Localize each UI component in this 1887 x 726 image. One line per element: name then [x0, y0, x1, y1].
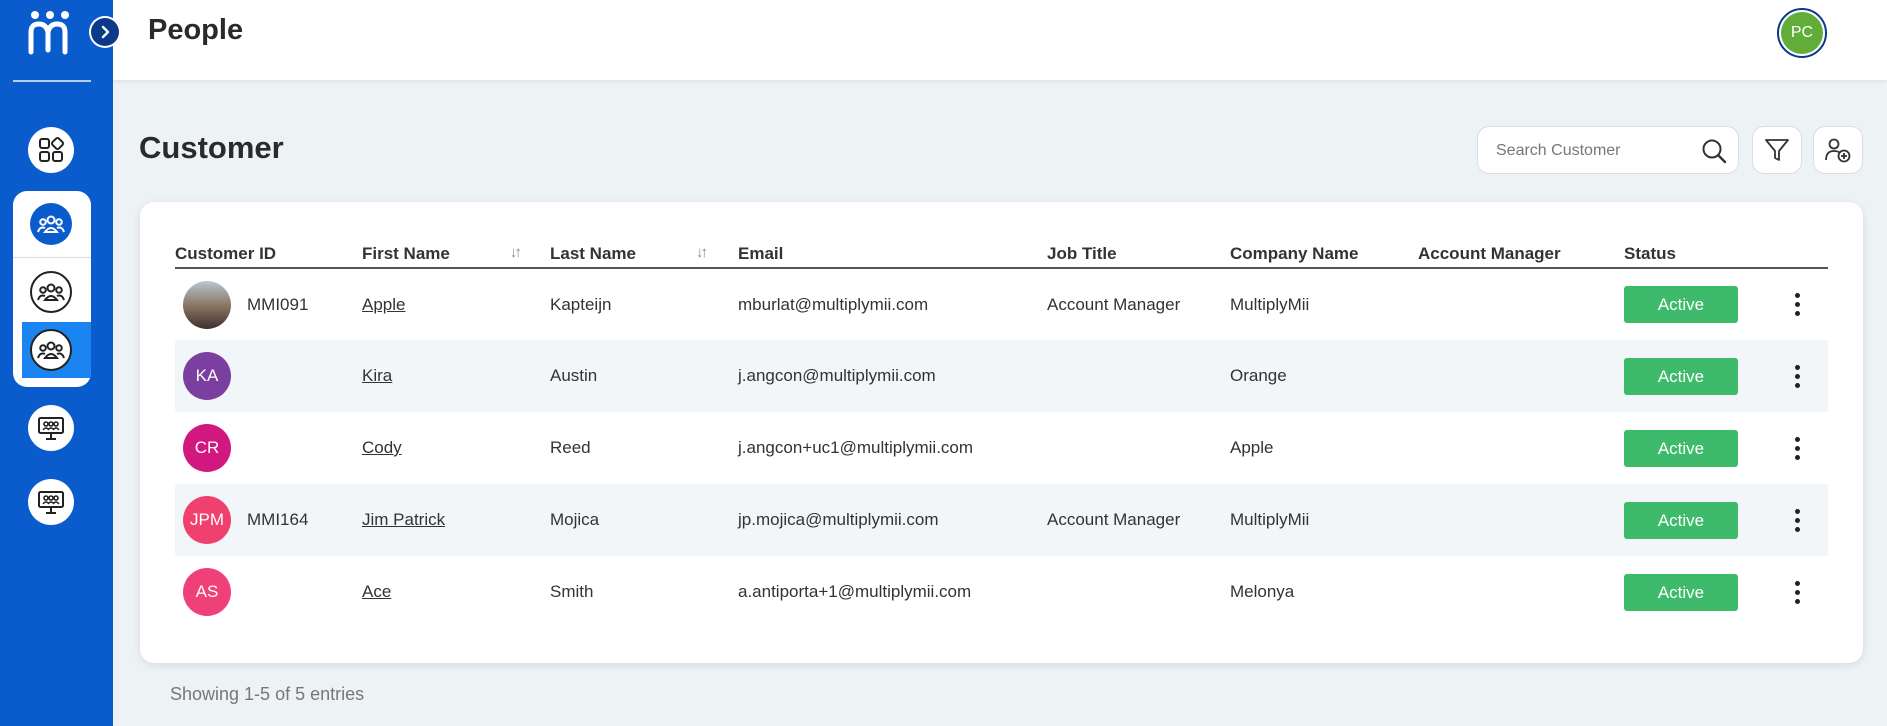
customer-avatar: KA [183, 352, 231, 400]
sidebar-divider [13, 80, 91, 82]
job-title [1047, 556, 1230, 628]
status-badge[interactable]: Active [1624, 573, 1738, 611]
presentation-board-icon [38, 417, 64, 440]
status-badge[interactable]: Active [1624, 286, 1738, 323]
customer-avatar: CR [183, 424, 231, 472]
status-badge[interactable]: Active [1624, 429, 1738, 467]
table-header-row: Customer ID First Name ↓↑ Last Name ↓↑ Ema… [175, 238, 1828, 269]
sidebar-group-people [13, 191, 91, 387]
search-customer [1477, 126, 1739, 174]
first-name-link[interactable]: Jim Patrick [362, 510, 445, 529]
job-title [1047, 340, 1230, 412]
more-options-icon[interactable] [1787, 293, 1807, 316]
sidebar-toggle-button[interactable] [89, 16, 121, 48]
last-name: Kapteijn [550, 294, 612, 314]
customer-avatar: AS [183, 568, 231, 616]
column-header-account-manager[interactable]: Account Manager [1418, 238, 1624, 269]
email: jp.mojica@multiplymii.com [738, 484, 1047, 556]
add-user-icon [1825, 138, 1851, 163]
sidebar [0, 0, 113, 726]
section-title: Customer [139, 130, 284, 165]
email: a.antiporta+1@multiplymii.com [738, 582, 972, 601]
company-name: MultiplyMii [1230, 484, 1418, 556]
company-name: Melonya [1230, 582, 1295, 601]
add-customer-button[interactable] [1813, 126, 1863, 174]
column-header-job-title[interactable]: Job Title [1047, 238, 1230, 269]
table-row[interactable]: KA Kira Austin j.angcon@multiplymii.com … [175, 340, 1828, 412]
account-manager [1418, 484, 1624, 556]
company-name: MultiplyMii [1230, 294, 1310, 314]
status-badge[interactable]: Active [1624, 357, 1738, 395]
customer-table: Customer ID First Name ↓↑ Last Name ↓↑ Ema… [175, 238, 1828, 628]
sidebar-item-people-sub-1[interactable] [30, 271, 72, 313]
table-row[interactable]: JPM MMI164 Jim Patrick Mojica jp.mojica@m… [175, 484, 1828, 556]
sidebar-item-people[interactable] [30, 203, 72, 245]
sort-icon[interactable]: ↓↑ [510, 244, 532, 261]
table-row[interactable]: AS Ace Smith a.antiporta+1@multiplymii.c… [175, 556, 1828, 628]
column-header-last-name[interactable]: Last Name ↓↑ [550, 238, 738, 269]
app-logo[interactable] [26, 10, 74, 56]
sidebar-item-dashboard[interactable] [28, 127, 74, 173]
sidebar-item-training[interactable] [28, 405, 74, 451]
email: j.angcon+uc1@multiplymii.com [738, 438, 974, 457]
entries-count: Showing 1-5 of 5 entries [170, 684, 365, 704]
last-name: Mojica [550, 484, 738, 556]
customer-table-card: Customer ID First Name ↓↑ Last Name ↓↑ Ema… [140, 202, 1863, 663]
last-name: Austin [550, 340, 738, 412]
first-name-link[interactable]: Apple [362, 295, 405, 314]
page-title: People [148, 14, 244, 46]
filter-icon [1765, 139, 1789, 161]
user-initials: PC [1781, 12, 1823, 54]
account-manager [1418, 556, 1624, 628]
filter-button[interactable] [1752, 126, 1802, 174]
job-title: Account Manager [1047, 294, 1181, 314]
more-options-icon[interactable] [1787, 436, 1807, 460]
table-row[interactable]: MMI091 Apple Kapteijn mburlat@multiplymi… [175, 268, 1828, 340]
column-header-status[interactable]: Status [1624, 238, 1828, 269]
sidebar-item-training-2[interactable] [28, 479, 74, 525]
first-name-link[interactable]: Cody [362, 438, 402, 457]
email: j.angcon@multiplymii.com [738, 340, 1047, 412]
company-name: Apple [1230, 438, 1274, 457]
user-avatar[interactable]: PC [1777, 8, 1827, 58]
first-name-link[interactable]: Ace [362, 582, 391, 601]
account-manager [1418, 340, 1624, 412]
customer-avatar: JPM [183, 496, 231, 544]
people-group-icon [37, 341, 65, 359]
last-name: Reed [550, 438, 591, 457]
people-group-icon [37, 215, 65, 233]
customer-id: MMI091 [247, 294, 309, 314]
company-name: Orange [1230, 340, 1418, 412]
column-header-first-name[interactable]: First Name ↓↑ [362, 238, 550, 269]
chevron-right-icon [101, 25, 110, 39]
table-row[interactable]: CR Cody Reed j.angcon+uc1@multiplymii.co… [175, 412, 1828, 484]
job-title: Account Manager [1047, 484, 1230, 556]
last-name: Smith [550, 582, 594, 601]
search-input[interactable] [1496, 139, 1686, 163]
more-options-icon[interactable] [1787, 508, 1807, 532]
account-manager [1418, 412, 1624, 484]
sidebar-item-people-sub-2[interactable] [30, 329, 72, 371]
more-options-icon[interactable] [1787, 364, 1807, 388]
people-group-icon [37, 283, 65, 301]
sort-icon[interactable]: ↓↑ [696, 244, 718, 261]
search-icon[interactable] [1700, 137, 1728, 165]
customer-id: MMI164 [247, 510, 309, 529]
more-options-icon[interactable] [1787, 580, 1807, 604]
account-manager [1418, 268, 1624, 340]
column-header-company-name[interactable]: Company Name [1230, 238, 1418, 269]
grid-icon [39, 136, 65, 162]
email: mburlat@multiplymii.com [738, 294, 929, 314]
presentation-board-icon [38, 491, 64, 514]
column-header-email[interactable]: Email [738, 238, 1047, 269]
status-badge[interactable]: Active [1624, 501, 1738, 539]
top-header: People PC [113, 0, 1887, 80]
first-name-link[interactable]: Kira [362, 366, 392, 385]
job-title [1047, 412, 1230, 484]
column-header-customer-id[interactable]: Customer ID [175, 238, 362, 269]
customer-photo [183, 280, 231, 329]
